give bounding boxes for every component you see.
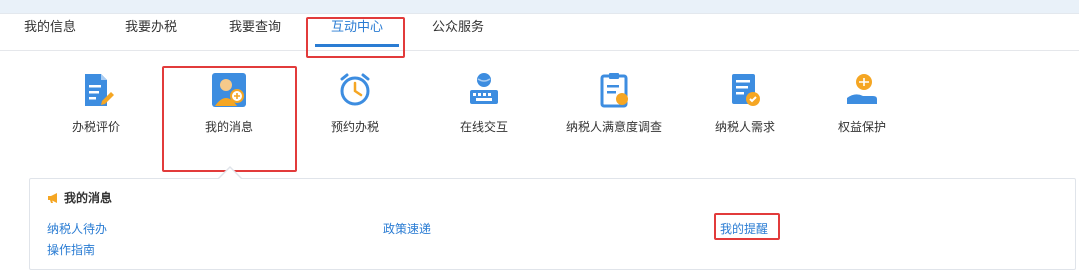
item-label: 预约办税 <box>330 120 379 134</box>
item-label: 办税评价 <box>71 120 120 134</box>
document-needs-icon <box>732 74 760 106</box>
link-operation-guide[interactable]: 操作指南 <box>47 241 95 258</box>
item-satisfaction-survey[interactable]: 纳税人满意度调查 <box>559 70 669 150</box>
megaphone-icon <box>47 192 60 207</box>
item-label: 权益保护 <box>837 120 886 134</box>
item-label: 在线交互 <box>459 120 508 134</box>
item-label: 纳税人满意度调查 <box>565 120 662 134</box>
item-tax-evaluation[interactable]: 办税评价 <box>41 70 151 150</box>
item-taxpayer-needs[interactable]: 纳税人需求 <box>690 70 800 150</box>
highlight-box-tab <box>306 17 405 58</box>
item-appointment[interactable]: 预约办税 <box>300 70 410 150</box>
tab-divider <box>0 50 1079 51</box>
item-rights-protection[interactable]: 权益保护 <box>807 70 917 150</box>
clipboard-survey-icon <box>600 73 628 108</box>
globe-keyboard-icon <box>470 73 498 104</box>
top-strip <box>0 0 1079 13</box>
highlight-box-reminders <box>714 213 780 240</box>
message-panel-title: 我的消息 <box>47 189 112 207</box>
item-label: 纳税人需求 <box>714 120 775 134</box>
message-panel <box>29 178 1076 270</box>
tab-public-service[interactable]: 公众服务 <box>432 16 484 35</box>
pencil-document-icon <box>85 74 114 106</box>
link-policy-express[interactable]: 政策速递 <box>383 220 431 237</box>
tab-my-info[interactable]: 我的信息 <box>24 16 76 35</box>
highlight-box-my-messages <box>162 66 297 172</box>
alarm-clock-icon <box>340 73 370 106</box>
message-panel-title-text: 我的消息 <box>64 191 113 205</box>
item-online-interaction[interactable]: 在线交互 <box>429 70 539 150</box>
panel-caret-fill <box>219 167 241 179</box>
tab-query[interactable]: 我要查询 <box>229 16 281 35</box>
link-taxpayer-todo[interactable]: 纳税人待办 <box>47 220 107 237</box>
hand-coin-icon <box>847 74 877 104</box>
tab-tax-handling[interactable]: 我要办税 <box>125 16 177 35</box>
